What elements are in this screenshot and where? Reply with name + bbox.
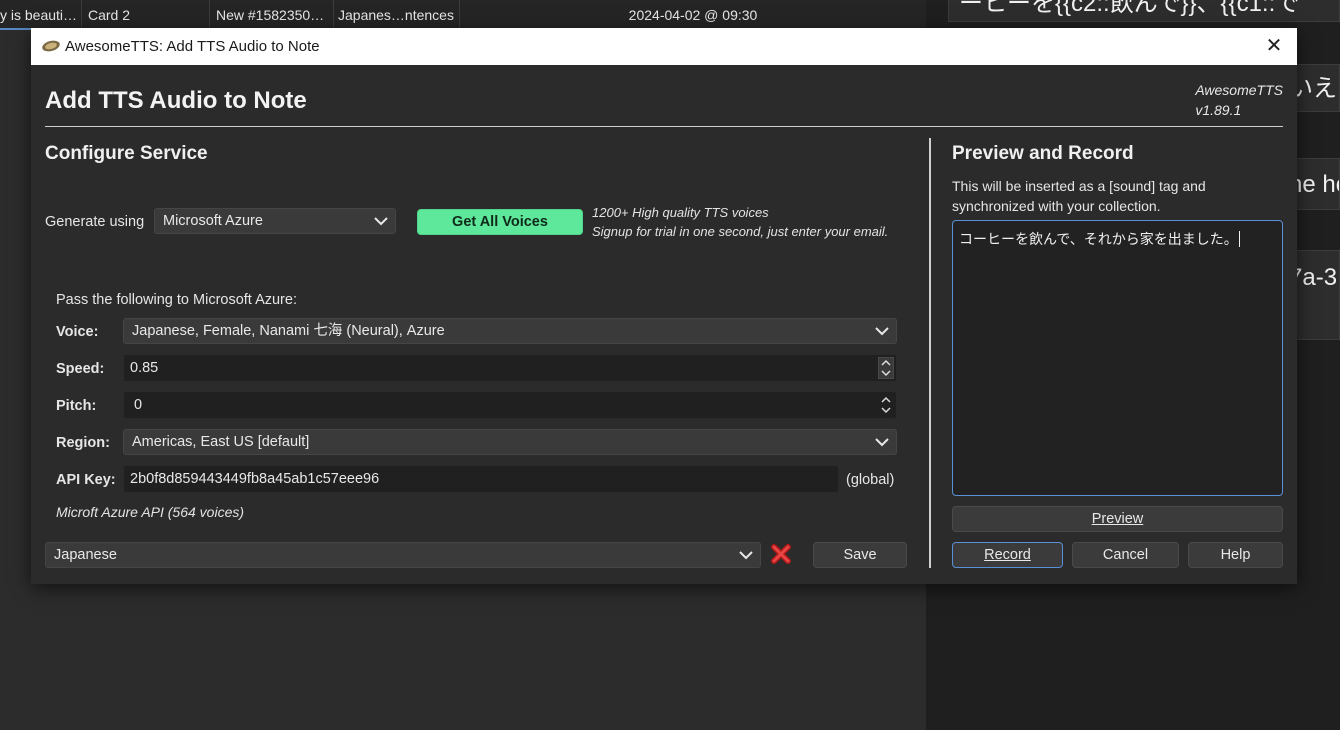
header-divider (45, 126, 1283, 127)
bg-cell-card[interactable]: Card 2 (82, 0, 210, 28)
api-voices-note: Microft Azure API (564 voices) (56, 504, 245, 520)
record-button-label: Record (984, 547, 1031, 563)
panel-divider (929, 138, 931, 568)
promo-text: 1200+ High quality TTS voices Signup for… (592, 203, 888, 241)
spin-arrows-icon[interactable] (878, 357, 894, 379)
add-tts-dialog: AwesomeTTS: Add TTS Audio to Note ✕ Add … (31, 28, 1297, 584)
preset-select-value: Japanese (54, 547, 117, 563)
api-key-label: API Key: (56, 472, 116, 488)
speed-value: 0.85 (130, 360, 159, 376)
pitch-spinbox[interactable]: 0 (123, 391, 897, 419)
tts-text-input[interactable]: コーヒーを飲んで、それから家を出ました。 (952, 220, 1283, 496)
bg-cell-date[interactable]: 2024-04-02 @ 09:30 (460, 0, 926, 28)
preview-record-heading: Preview and Record (952, 143, 1134, 164)
record-button[interactable]: Record (952, 542, 1063, 568)
cancel-button[interactable]: Cancel (1072, 542, 1179, 568)
api-key-scope: (global) (846, 472, 895, 488)
chevron-down-icon (875, 327, 889, 336)
service-select-value: Microsoft Azure (163, 213, 263, 229)
background-table-row[interactable]: y is beauti… Card 2 New #1582350… Japane… (0, 0, 926, 29)
configure-service-heading: Configure Service (45, 143, 208, 164)
api-key-input[interactable]: 2b0f8d859443449fb8a45ab1c57eee96 (123, 465, 839, 493)
chevron-down-icon (875, 438, 889, 447)
save-preset-button[interactable]: Save (813, 542, 907, 568)
pass-following-label: Pass the following to Microsoft Azure: (56, 292, 297, 308)
bg-editor-field-1[interactable]: ーヒーを{{c2::飲んで}}、{{c1::で (948, 0, 1340, 22)
preview-description: This will be inserted as a [sound] tag a… (952, 176, 1206, 216)
voice-label: Voice: (56, 324, 99, 340)
region-label: Region: (56, 435, 110, 451)
background-area (0, 584, 926, 730)
generate-using-label: Generate using (45, 214, 145, 230)
region-select-value: Americas, East US [default] (132, 434, 310, 450)
speed-spinbox[interactable]: 0.85 (123, 354, 897, 382)
preview-description-line-2: synchronized with your collection. (952, 198, 1161, 214)
speed-label: Speed: (56, 361, 105, 377)
voice-select-value: Japanese, Female, Nanami 七海 (Neural), Az… (132, 323, 445, 339)
close-icon[interactable]: ✕ (1261, 33, 1287, 59)
promo-line-1: 1200+ High quality TTS voices (592, 205, 769, 220)
text-caret (1238, 231, 1240, 247)
spin-arrows-icon[interactable] (878, 394, 894, 416)
delete-preset-icon[interactable] (770, 543, 792, 565)
region-select[interactable]: Americas, East US [default] (123, 429, 897, 455)
voice-select[interactable]: Japanese, Female, Nanami 七海 (Neural), Az… (123, 318, 897, 344)
preview-button[interactable]: Preview (952, 506, 1283, 532)
bg-cell-deck[interactable]: Japanes…ntences (334, 0, 460, 28)
version-label: AwesomeTTS v1.89.1 (1195, 80, 1283, 120)
pitch-value: 0 (134, 397, 143, 413)
window-title: AwesomeTTS: Add TTS Audio to Note (65, 38, 320, 55)
preset-select[interactable]: Japanese (45, 542, 761, 568)
service-select[interactable]: Microsoft Azure (154, 208, 396, 234)
chevron-down-icon (739, 551, 753, 560)
dialog-titlebar[interactable]: AwesomeTTS: Add TTS Audio to Note ✕ (31, 28, 1297, 65)
version-name: AwesomeTTS (1195, 82, 1283, 98)
bg-cell-due[interactable]: New #1582350… (210, 0, 334, 28)
get-all-voices-button[interactable]: Get All Voices (417, 209, 583, 235)
version-number: v1.89.1 (1195, 102, 1242, 118)
preview-button-label: Preview (1091, 511, 1144, 527)
pitch-label: Pitch: (56, 398, 97, 414)
api-key-value: 2b0f8d859443449fb8a45ab1c57eee96 (130, 471, 380, 487)
tts-text-value: コーヒーを飲んで、それから家を出ました。 (959, 231, 1238, 247)
chevron-down-icon (374, 217, 388, 226)
awesometts-icon (42, 40, 60, 52)
help-button[interactable]: Help (1188, 542, 1283, 568)
promo-line-2: Signup for trial in one second, just ent… (592, 224, 889, 239)
bg-cell-field[interactable]: y is beauti… (0, 0, 82, 28)
preview-description-line-1: This will be inserted as a [sound] tag a… (952, 178, 1206, 194)
page-title: Add TTS Audio to Note (45, 87, 307, 114)
